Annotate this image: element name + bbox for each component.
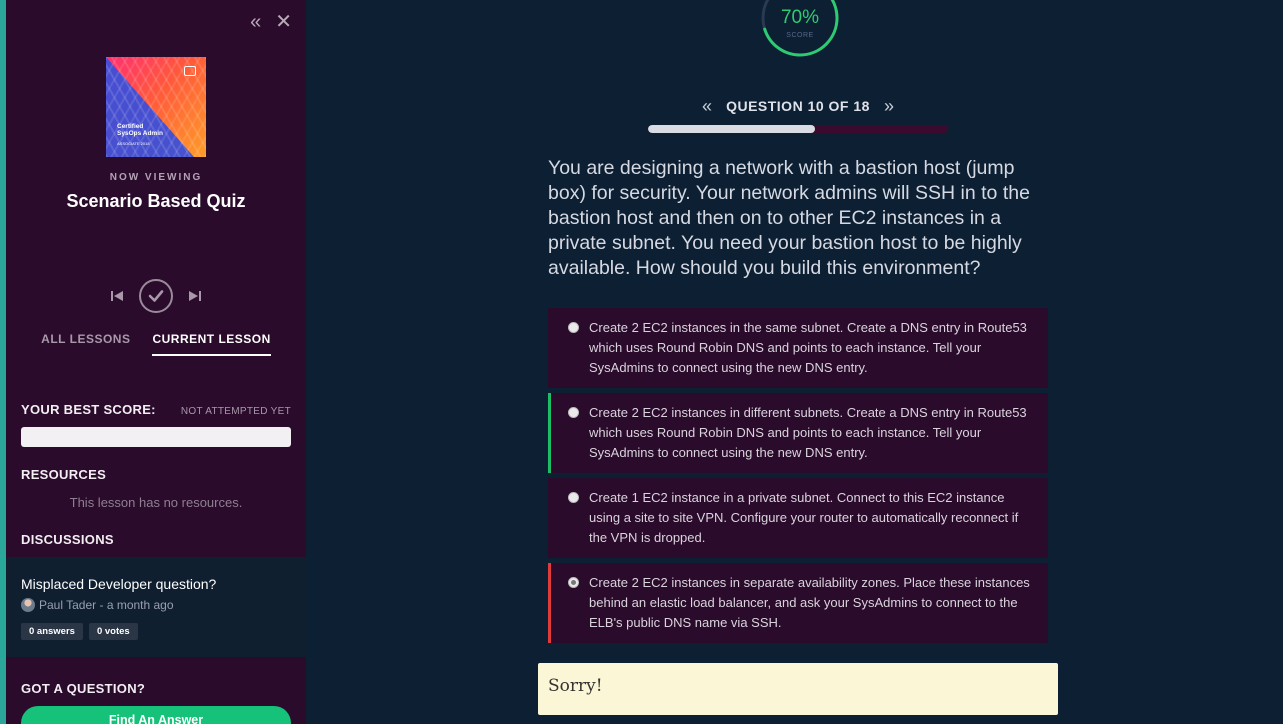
next-lesson-icon[interactable]	[187, 288, 203, 304]
discussion-title[interactable]: Misplaced Developer question?	[21, 576, 216, 592]
best-score-row: YOUR BEST SCORE: NOT ATTEMPTED YET	[21, 402, 291, 417]
discussion-author-time: Paul Tader - a month ago	[39, 598, 174, 612]
question-text: You are designing a network with a basti…	[548, 157, 1030, 279]
cover-line-2: SysOps Admin	[117, 130, 163, 137]
answer-text-2: Create 2 EC2 instances in different subn…	[589, 405, 1027, 460]
sidebar-top-controls: « ✕	[250, 12, 292, 32]
now-viewing-label: NOW VIEWING	[109, 172, 203, 183]
checkmark-icon	[148, 290, 164, 302]
best-score-bar	[21, 427, 291, 447]
quiz-main: 70% SCORE « QUESTION 10 OF 18 » You are …	[306, 0, 1283, 724]
question-progress-bar	[648, 125, 948, 133]
resources-heading: RESOURCES	[21, 467, 107, 482]
mark-complete-button[interactable]	[139, 279, 173, 313]
feedback-text: Sorry!	[548, 676, 603, 696]
course-cover-image: Certified SysOps Admin ASSOCIATE 2018	[106, 57, 206, 157]
lesson-sidebar: « ✕ Certified SysOps Admin ASSOCIATE 201…	[6, 0, 306, 724]
feedback-box: Sorry!	[538, 663, 1058, 715]
answer-text-3: Create 1 EC2 instance in a private subne…	[589, 490, 1019, 545]
answer-radio-4[interactable]	[568, 577, 579, 588]
best-score-status: NOT ATTEMPTED YET	[180, 406, 291, 417]
discussions-heading: DISCUSSIONS	[21, 532, 114, 547]
double-chevron-left-icon[interactable]: «	[250, 12, 261, 32]
tab-current-lesson[interactable]: CURRENT LESSON	[152, 332, 271, 356]
cover-badge-icon	[184, 66, 196, 76]
score-percent: 70%	[780, 7, 820, 28]
answer-option-1[interactable]: Create 2 EC2 instances in the same subne…	[548, 308, 1048, 388]
answer-radio-1[interactable]	[568, 322, 579, 333]
cover-line-3: ASSOCIATE 2018	[117, 141, 150, 146]
votes-count-badge: 0 votes	[88, 623, 138, 640]
close-icon[interactable]: ✕	[275, 12, 292, 32]
answer-radio-3[interactable]	[568, 492, 579, 503]
lesson-tabs: ALL LESSONS CURRENT LESSON	[6, 332, 306, 356]
answer-option-2[interactable]: Create 2 EC2 instances in different subn…	[548, 393, 1048, 473]
answer-text-4: Create 2 EC2 instances in separate avail…	[589, 575, 1030, 630]
answer-radio-2[interactable]	[568, 407, 579, 418]
previous-lesson-icon[interactable]	[109, 288, 125, 304]
no-resources-text: This lesson has no resources.	[69, 495, 243, 510]
score-label: SCORE	[786, 32, 814, 39]
lesson-title: Scenario Based Quiz	[66, 191, 246, 211]
discussion-meta: Paul Tader - a month ago	[21, 598, 174, 612]
find-answer-button[interactable]: Find An Answer	[21, 706, 291, 724]
next-question-icon[interactable]: »	[884, 97, 894, 115]
cover-line-1: Certified	[117, 123, 144, 130]
answer-text-1: Create 2 EC2 instances in the same subne…	[589, 320, 1027, 375]
question-navigation: « QUESTION 10 OF 18 »	[648, 97, 948, 115]
avatar	[21, 598, 35, 612]
got-question-heading: GOT A QUESTION?	[21, 681, 146, 696]
previous-question-icon[interactable]: «	[702, 97, 712, 115]
lesson-controls	[6, 279, 306, 313]
tab-all-lessons[interactable]: ALL LESSONS	[41, 332, 130, 356]
best-score-label: YOUR BEST SCORE:	[21, 402, 156, 417]
question-progress-fill	[648, 125, 815, 133]
answers-count-badge: 0 answers	[21, 623, 83, 640]
answer-option-3[interactable]: Create 1 EC2 instance in a private subne…	[548, 478, 1048, 558]
answer-option-4[interactable]: Create 2 EC2 instances in separate avail…	[548, 563, 1048, 643]
discussion-card[interactable]: Misplaced Developer question? Paul Tader…	[6, 557, 306, 657]
question-counter: QUESTION 10 OF 18	[726, 98, 870, 114]
discussion-badges: 0 answers 0 votes	[21, 623, 138, 640]
